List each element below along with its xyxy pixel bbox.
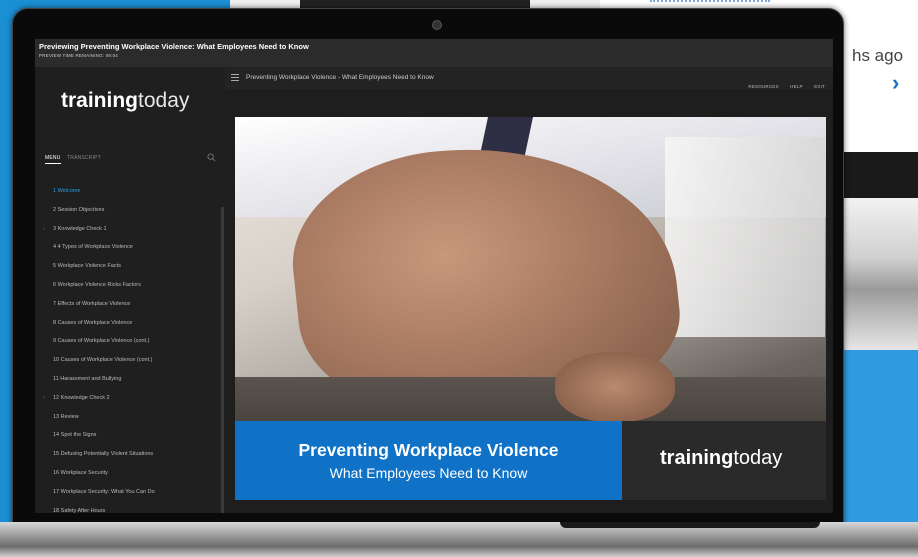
chevron-right-icon[interactable]: › bbox=[892, 70, 899, 96]
sidebar-menu-item-label: 6 Workplace Violence Ricks Factors bbox=[53, 281, 141, 288]
sidebar-menu-item-label: 3 Knowledge Check 1 bbox=[53, 225, 107, 232]
sidebar-menu-item-label: 11 Harassment and Bullying bbox=[53, 375, 122, 382]
sidebar-menu-item-label: 1 Welcome bbox=[53, 188, 81, 194]
top-nav: RESOURCES HELP EXIT bbox=[741, 75, 825, 93]
course-sidebar: trainingtoday MENU TRANSCRIPT 1 Welcome 2… bbox=[35, 67, 225, 513]
sidebar-menu-item[interactable]: 10 Causes of Workplace Violence (cont.) bbox=[35, 352, 221, 371]
laptop-base-notch bbox=[560, 522, 820, 528]
slide-title-banner: Preventing Workplace Violence What Emplo… bbox=[235, 421, 622, 500]
background-link-fragment bbox=[650, 0, 770, 6]
course-menu: 1 Welcome 2 Session Objectives › 3 Knowledg… bbox=[35, 183, 221, 513]
preview-title: Previewing Preventing Workplace Violence… bbox=[39, 42, 309, 51]
sidebar-menu-item[interactable]: 6 Workplace Violence Ricks Factors bbox=[35, 277, 221, 296]
exit-link[interactable]: EXIT bbox=[814, 84, 825, 89]
sidebar-tabs: MENU TRANSCRIPT bbox=[43, 155, 218, 169]
help-link[interactable]: HELP bbox=[790, 84, 803, 89]
sidebar-menu-item-label: 2 Session Objectives bbox=[53, 206, 105, 213]
sidebar-menu-item-label: 5 Workplace Violence Facts bbox=[53, 263, 121, 270]
sidebar-menu-item[interactable]: 17 Workplace Security: What You Can Do bbox=[35, 484, 221, 503]
preview-bar: Previewing Preventing Workplace Violence… bbox=[35, 39, 833, 68]
sidebar-menu-item-label: 10 Causes of Workplace Violence (cont.) bbox=[53, 357, 153, 364]
sidebar-menu-item[interactable]: 1 Welcome bbox=[35, 183, 221, 202]
sidebar-menu-item[interactable]: 8 Causes of Workplace Violence bbox=[35, 315, 221, 334]
sidebar-menu-item-label: 17 Workplace Security: What You Can Do bbox=[53, 488, 155, 495]
slide-content: Preventing Workplace Violence What Emplo… bbox=[235, 117, 826, 500]
sidebar-menu-item[interactable]: › 12 Knowledge Check 2 bbox=[35, 390, 221, 409]
slide-photo-fist bbox=[555, 352, 675, 422]
slide-title: Preventing Workplace Violence bbox=[298, 440, 559, 460]
background-band bbox=[840, 152, 918, 198]
slide-trainingtoday-logo: trainingtoday bbox=[660, 447, 783, 469]
trainingtoday-logo: trainingtoday bbox=[61, 89, 190, 112]
sidebar-menu-item[interactable]: 14 Spot the Signs bbox=[35, 427, 221, 446]
sidebar-menu-item-label: 7 Effects of Workplace Violence bbox=[53, 300, 131, 307]
sidebar-menu-item[interactable]: 11 Harassment and Bullying bbox=[35, 371, 221, 390]
sidebar-menu-item-label: 18 Safety After Hours bbox=[53, 507, 106, 513]
expand-caret-icon[interactable]: › bbox=[43, 226, 45, 232]
expand-caret-icon[interactable]: › bbox=[43, 395, 45, 401]
hamburger-icon[interactable] bbox=[231, 74, 239, 81]
sidebar-menu-item-label: 8 Causes of Workplace Violence bbox=[53, 319, 133, 326]
slide-photo-window bbox=[665, 137, 825, 337]
sidebar-menu-item-label: 13 Review bbox=[53, 413, 79, 420]
time-ago-text: hs ago bbox=[852, 46, 904, 65]
sidebar-menu-item-label: 12 Knowledge Check 2 bbox=[53, 394, 110, 401]
sidebar-menu-item[interactable]: 13 Review bbox=[35, 409, 221, 428]
slide-logo-banner: trainingtoday bbox=[622, 421, 826, 500]
course-topbar: Preventing Workplace Violence - What Emp… bbox=[225, 67, 833, 89]
course-title: Preventing Workplace Violence - What Emp… bbox=[246, 74, 434, 81]
sidebar-menu-item[interactable]: 5 Workplace Violence Facts bbox=[35, 258, 221, 277]
background-device-edge bbox=[840, 198, 918, 350]
sidebar-menu-item[interactable]: 9 Causes of Workplace Violence (cont.) bbox=[35, 333, 221, 352]
sidebar-menu-item[interactable]: 7 Effects of Workplace Violence bbox=[35, 296, 221, 315]
tab-menu[interactable]: MENU bbox=[45, 155, 61, 164]
sidebar-menu-item-label: 9 Causes of Workplace Violence (cont.) bbox=[53, 338, 150, 345]
sidebar-menu-item[interactable]: 16 Workplace Security bbox=[35, 465, 221, 484]
sidebar-menu-item-label: 4 4 Types of Workplace Violence bbox=[53, 244, 133, 251]
sidebar-menu-item[interactable]: 2 Session Objectives bbox=[35, 202, 221, 221]
sidebar-menu-item-label: 14 Spot the Signs bbox=[53, 432, 97, 439]
laptop-frame: Previewing Preventing Workplace Violence… bbox=[12, 8, 844, 530]
tab-transcript[interactable]: TRANSCRIPT bbox=[67, 155, 101, 161]
sidebar-menu-item[interactable]: › 3 Knowledge Check 1 bbox=[35, 221, 221, 240]
sidebar-menu-item[interactable]: 4 4 Types of Workplace Violence bbox=[35, 239, 221, 258]
slide-subtitle: What Employees Need to Know bbox=[329, 465, 528, 481]
search-icon[interactable] bbox=[207, 153, 216, 162]
laptop-screen: Previewing Preventing Workplace Violence… bbox=[35, 39, 833, 513]
sidebar-scrollbar[interactable] bbox=[221, 207, 224, 513]
sidebar-menu-item-label: 16 Workplace Security bbox=[53, 469, 108, 476]
sidebar-menu-item[interactable]: 15 Defusing Potentially Violent Situatio… bbox=[35, 446, 221, 465]
camera-icon bbox=[432, 20, 442, 30]
resources-link[interactable]: RESOURCES bbox=[748, 84, 778, 89]
sidebar-menu-item-label: 15 Defusing Potentially Violent Situatio… bbox=[53, 451, 154, 458]
sidebar-menu-item[interactable]: 18 Safety After Hours bbox=[35, 503, 221, 513]
preview-time-remaining: PREVIEW TIME REMAINING: 09:04 bbox=[39, 53, 118, 58]
